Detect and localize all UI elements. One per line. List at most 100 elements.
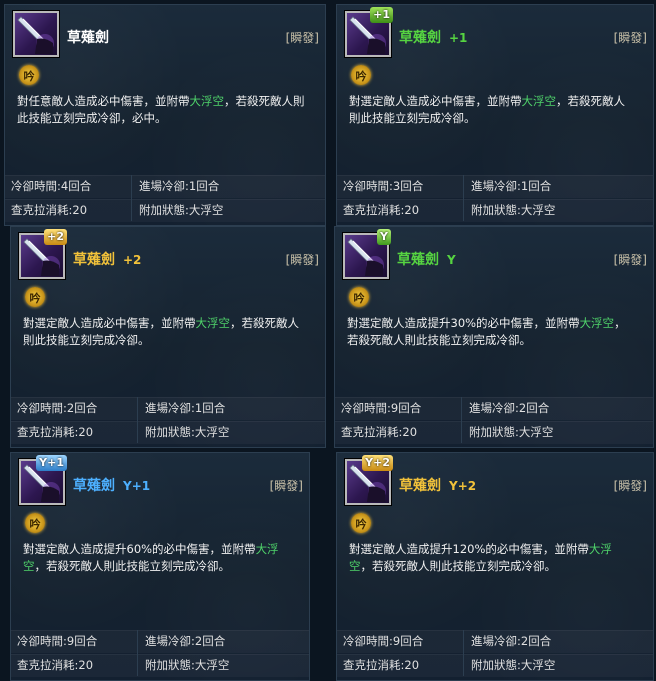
cast-type-label: [瞬發] (285, 253, 319, 267)
chakra-cost-label: 查克拉消耗: (17, 425, 79, 439)
entry-cooldown-label: 進場冷卻: (469, 401, 519, 415)
skill-description: 對選定敵人造成提升60%的必中傷害，並附帶大浮空，若殺死敵人則此技能立刻完成冷卻… (23, 541, 291, 575)
extra-status-stat: 附加狀態:大浮空 (143, 421, 229, 443)
stamp-char: 吟 (29, 292, 41, 305)
skill-description: 對選定敵人造成提升30%的必中傷害，並附帶大浮空，若殺死敵人則此技能立刻完成冷卻… (347, 315, 629, 349)
chakra-cost-stat: 查克拉消耗:20 (15, 654, 93, 676)
extra-status-value: 大浮空 (520, 658, 556, 672)
chakra-cost-label: 查克拉消耗: (341, 425, 403, 439)
chakra-cost-stat: 查克拉消耗:20 (341, 199, 419, 221)
ninja-stamp-icon: 吟 (19, 65, 39, 85)
skill-name: 草薙劍 (397, 252, 439, 268)
ninja-stamp-icon: 吟 (351, 65, 371, 85)
entry-cooldown-value: 2回合 (194, 634, 226, 648)
skill-icon[interactable]: Y+2 (345, 455, 393, 505)
stats-divider (463, 175, 464, 221)
skill-card: +1 草薙劍 +1 [瞬發] 吟對選定敵人造成必中傷害，並附帶大浮空，若殺死敵人則此技能… (336, 4, 654, 226)
skill-description: 對任意敵人造成必中傷害，並附帶大浮空，若殺死敵人則此技能立刻完成冷卻，必中。 (17, 93, 312, 127)
chakra-cost-label: 查克拉消耗: (343, 203, 405, 217)
skill-level-suffix: +2 (123, 253, 142, 267)
skill-card: Y+1 草薙劍 Y+1 [瞬發] 吟對選定敵人造成提升60%的必中傷害，並附帶大浮空，若… (10, 452, 310, 681)
skill-title: 草薙劍 +2 (73, 249, 141, 269)
cooldown-stat: 冷卻時間:9回合 (341, 630, 423, 652)
chakra-cost-value: 20 (404, 658, 420, 672)
skill-card: 草薙劍 [瞬發] 吟對任意敵人造成必中傷害，並附帶大浮空，若殺死敵人則此技能立刻完成… (4, 4, 326, 226)
cast-type-label: [瞬發] (269, 479, 303, 493)
stats-divider (137, 630, 138, 676)
skill-card: +2 草薙劍 +2 [瞬發] 吟對選定敵人造成必中傷害，並附帶大浮空，若殺死敵人則此技能… (10, 226, 326, 448)
skill-icon[interactable]: +2 (19, 229, 67, 279)
cooldown-value: 4回合 (60, 179, 92, 193)
entry-cooldown-value: 1回合 (520, 179, 552, 193)
desc-text: 對任意敵人造成必中傷害，並附帶 (17, 94, 190, 108)
cooldown-label: 冷卻時間: (17, 401, 67, 415)
skill-icon[interactable] (13, 11, 59, 57)
extra-status-label: 附加狀態: (471, 658, 521, 672)
skill-name: 草薙劍 (399, 478, 441, 494)
cast-type-label: [瞬發] (613, 253, 647, 267)
chakra-cost-stat: 查克拉消耗:20 (341, 654, 419, 676)
skill-description: 對選定敵人造成必中傷害，並附帶大浮空，若殺死敵人則此技能立刻完成冷卻。 (23, 315, 303, 349)
desc-text: ，若殺死敵人則此技能立刻完成冷卻。 (34, 559, 231, 573)
stamp-char: 吟 (355, 518, 367, 531)
skill-level-suffix: Y (447, 253, 456, 267)
desc-highlight-status: 大浮空 (189, 94, 225, 108)
extra-status-label: 附加狀態: (139, 203, 189, 217)
skill-icon[interactable]: Y (343, 229, 391, 279)
skill-name: 草薙劍 (73, 252, 115, 268)
entry-cooldown-stat: 進場冷卻:2回合 (143, 630, 225, 652)
entry-cooldown-label: 進場冷卻: (145, 401, 195, 415)
upgrade-badge: Y (377, 229, 391, 245)
chakra-cost-value: 20 (78, 658, 94, 672)
extra-status-label: 附加狀態: (145, 658, 195, 672)
cooldown-label: 冷卻時間: (11, 179, 61, 193)
stats-divider (131, 175, 132, 221)
cooldown-label: 冷卻時間: (17, 634, 67, 648)
skill-level-suffix: Y+2 (449, 479, 477, 493)
chakra-cost-stat: 查克拉消耗:20 (15, 421, 93, 443)
entry-cooldown-value: 1回合 (194, 401, 226, 415)
chakra-cost-label: 查克拉消耗: (343, 658, 405, 672)
skill-description: 對選定敵人造成提升120%的必中傷害，並附帶大浮空，若殺死敵人則此技能立刻完成冷… (349, 541, 629, 575)
entry-cooldown-label: 進場冷卻: (145, 634, 195, 648)
stamp-char: 吟 (23, 70, 35, 83)
extra-status-stat: 附加狀態:大浮空 (469, 199, 555, 221)
skill-title: 草薙劍 Y (397, 249, 456, 269)
entry-cooldown-stat: 進場冷卻:2回合 (469, 630, 551, 652)
skill-title: 草薙劍 Y+2 (399, 475, 476, 495)
chakra-cost-stat: 查克拉消耗:20 (339, 421, 417, 443)
entry-cooldown-value: 2回合 (518, 401, 550, 415)
chakra-cost-value: 20 (78, 425, 94, 439)
desc-text: 對選定敵人造成提升60%的必中傷害，並附帶 (23, 542, 256, 556)
extra-status-value: 大浮空 (194, 658, 230, 672)
skill-icon[interactable]: Y+1 (19, 455, 67, 505)
entry-cooldown-label: 進場冷卻: (139, 179, 189, 193)
upgrade-badge: Y+1 (36, 455, 67, 471)
upgrade-badge: +1 (370, 7, 393, 23)
cooldown-label: 冷卻時間: (343, 634, 393, 648)
cooldown-stat: 冷卻時間:3回合 (341, 175, 423, 197)
stats-divider (461, 397, 462, 443)
cooldown-stat: 冷卻時間:2回合 (15, 397, 97, 419)
extra-status-label: 附加狀態: (469, 425, 519, 439)
entry-cooldown-value: 1回合 (188, 179, 220, 193)
upgrade-badge: +2 (44, 229, 67, 245)
desc-highlight-status: 大浮空 (521, 94, 557, 108)
extra-status-value: 大浮空 (520, 203, 556, 217)
extra-status-stat: 附加狀態:大浮空 (143, 654, 229, 676)
stamp-char: 吟 (29, 518, 41, 531)
cooldown-value: 9回合 (390, 401, 422, 415)
extra-status-label: 附加狀態: (145, 425, 195, 439)
skill-title: 草薙劍 (67, 27, 109, 47)
desc-text: 對選定敵人造成提升120%的必中傷害，並附帶 (349, 542, 589, 556)
cooldown-value: 2回合 (66, 401, 98, 415)
chakra-cost-label: 查克拉消耗: (17, 658, 79, 672)
cooldown-stat: 冷卻時間:4回合 (9, 175, 91, 197)
cast-type-label: [瞬發] (285, 31, 319, 45)
chakra-cost-label: 查克拉消耗: (11, 203, 73, 217)
skill-name: 草薙劍 (73, 478, 115, 494)
skill-icon[interactable]: +1 (345, 7, 393, 57)
desc-text: 對選定敵人造成提升30%的必中傷害，並附帶 (347, 316, 580, 330)
entry-cooldown-stat: 進場冷卻:1回合 (137, 175, 219, 197)
cooldown-value: 9回合 (66, 634, 98, 648)
